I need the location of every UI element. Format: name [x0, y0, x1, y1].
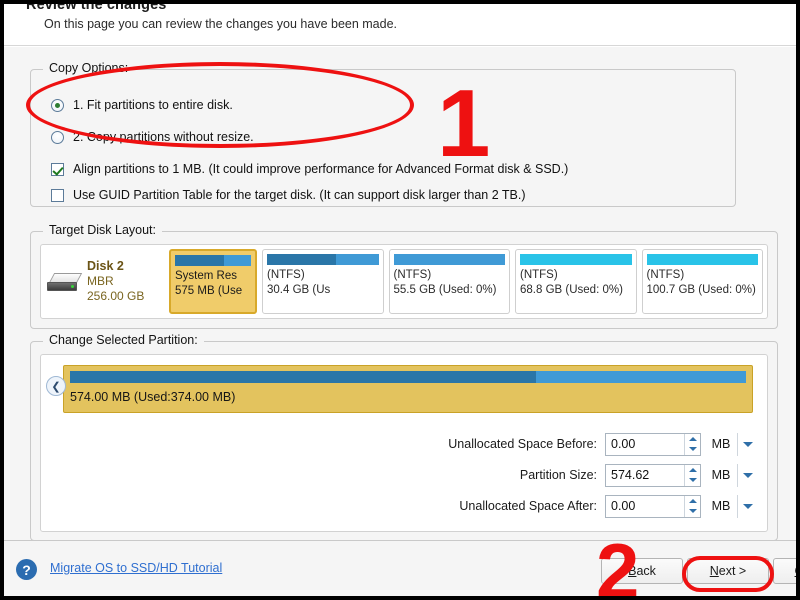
partition-size: 100.7 GB (Used: 0%): [646, 283, 756, 296]
partition-size: 68.8 GB (Used: 0%): [520, 283, 623, 296]
change-partition-panel: ❮ 574.00 MB (Used:374.00 MB) Unallocated…: [40, 354, 768, 532]
partition-type: System Res: [175, 270, 237, 282]
stepper-up-icon[interactable]: [685, 434, 700, 445]
partition-usage-bar: [520, 254, 632, 265]
partition-size: 30.4 GB (Us: [267, 283, 331, 296]
back-button-label: ack: [636, 564, 656, 578]
question-mark-icon[interactable]: ?: [16, 559, 37, 580]
partition-strip: System Res 575 MB (Use (NTFS) 30.4 GB (U…: [169, 249, 763, 314]
selected-partition-bar[interactable]: 574.00 MB (Used:374.00 MB): [63, 365, 753, 413]
page-title: Review the changes: [26, 0, 167, 13]
app-window: Review the changes On this page you can …: [0, 0, 800, 600]
partition-block[interactable]: System Res 575 MB (Use: [169, 249, 257, 314]
disk-capacity: 256.00 GB: [87, 289, 145, 304]
field-partition-size-label: Partition Size:: [519, 468, 597, 482]
partition-usage-bar: [175, 255, 251, 266]
unallocated-after-value[interactable]: 0.00: [606, 496, 684, 517]
radio-fit-partitions-label: 1. Fit partitions to entire disk.: [73, 98, 233, 112]
partition-size-unit: MB: [711, 468, 731, 482]
radio-copy-without-resize-indicator[interactable]: [51, 130, 64, 144]
partition-size: 55.5 GB (Used: 0%): [393, 283, 497, 296]
field-partition-size: Partition Size: 574.62 MB: [41, 462, 757, 488]
chevron-down-icon[interactable]: [737, 463, 757, 487]
change-selected-partition-group: Change Selected Partition: ❮ 574.00 MB (…: [30, 333, 778, 541]
unallocated-before-unit: MB: [711, 437, 731, 451]
footer-bar: ? Migrate OS to SSD/HD Tutorial Back Nex…: [4, 540, 796, 596]
unallocated-after-stepper[interactable]: [684, 495, 700, 517]
partition-usage-bar: [646, 254, 758, 265]
partition-type: (NTFS): [646, 269, 685, 281]
partition-type: (NTFS): [393, 269, 432, 281]
stepper-down-icon[interactable]: [685, 444, 700, 455]
chevron-left-icon[interactable]: ❮: [46, 376, 66, 396]
partition-block[interactable]: (NTFS) 55.5 GB (Used: 0%): [388, 249, 510, 314]
partition-size: 575 MB (Use: [175, 284, 243, 297]
tutorial-link[interactable]: Migrate OS to SSD/HD Tutorial: [50, 561, 222, 575]
page-header: Review the changes On this page you can …: [4, 4, 796, 46]
disk-name: Disk 2: [87, 258, 124, 273]
checkbox-align-partitions-label: Align partitions to 1 MB. (It could impr…: [73, 162, 569, 176]
selected-partition-usage-bar: [70, 371, 746, 383]
checkbox-use-gpt-label: Use GUID Partition Table for the target …: [73, 188, 526, 202]
partition-usage-bar: [393, 254, 505, 265]
disk-layout-panel: Disk 2 MBR 256.00 GB System Res 575 MB (…: [40, 244, 768, 319]
cancel-button[interactable]: Cancel: [773, 558, 796, 584]
checkbox-use-gpt[interactable]: Use GUID Partition Table for the target …: [51, 188, 526, 202]
partition-block[interactable]: (NTFS) 68.8 GB (Used: 0%): [515, 249, 637, 314]
radio-fit-partitions[interactable]: 1. Fit partitions to entire disk.: [51, 98, 233, 112]
unallocated-before-value[interactable]: 0.00: [606, 434, 684, 455]
change-selected-partition-legend: Change Selected Partition:: [43, 333, 204, 347]
next-button-label: ext >: [718, 564, 747, 578]
partition-size-input[interactable]: 574.62: [605, 463, 701, 487]
hard-disk-icon: [47, 271, 83, 293]
cancel-button-accel: C: [795, 564, 796, 578]
unallocated-after-input[interactable]: 0.00: [605, 494, 701, 518]
radio-copy-without-resize[interactable]: 2. Copy partitions without resize.: [51, 130, 254, 144]
unallocated-before-input[interactable]: 0.00: [605, 432, 701, 456]
target-disk-layout-legend: Target Disk Layout:: [43, 223, 162, 237]
partition-type: (NTFS): [267, 269, 305, 281]
stepper-down-icon[interactable]: [685, 506, 700, 517]
partition-type: (NTFS): [520, 269, 558, 281]
checkbox-align-partitions-box[interactable]: [51, 162, 64, 176]
next-button-accel: N: [709, 564, 719, 578]
back-button-accel: B: [628, 564, 637, 578]
partition-block[interactable]: (NTFS) 100.7 GB (Used: 0%): [641, 249, 763, 314]
selected-partition-label: 574.00 MB (Used:374.00 MB): [70, 390, 236, 404]
partition-size-stepper[interactable]: [684, 464, 700, 486]
field-unallocated-before: Unallocated Space Before: 0.00 MB: [41, 431, 757, 457]
chevron-down-icon[interactable]: [737, 432, 757, 456]
target-disk-layout-group: Target Disk Layout: Disk 2 MBR 256.00 GB: [30, 223, 778, 329]
back-button[interactable]: Back: [601, 558, 683, 584]
page-subtitle: On this page you can review the changes …: [44, 17, 398, 31]
next-button[interactable]: Next >: [687, 558, 769, 584]
disk-summary[interactable]: Disk 2 MBR 256.00 GB: [45, 249, 169, 314]
radio-copy-without-resize-label: 2. Copy partitions without resize.: [73, 130, 254, 144]
field-unallocated-after: Unallocated Space After: 0.00 MB: [41, 493, 757, 519]
stepper-up-icon[interactable]: [685, 465, 700, 476]
checkbox-align-partitions[interactable]: Align partitions to 1 MB. (It could impr…: [51, 162, 568, 176]
disk-scheme: MBR: [87, 274, 114, 289]
unallocated-before-stepper[interactable]: [684, 433, 700, 455]
chevron-down-icon[interactable]: [737, 494, 757, 518]
stepper-up-icon[interactable]: [685, 496, 700, 507]
field-unallocated-before-label: Unallocated Space Before:: [448, 437, 597, 451]
partition-usage-bar: [267, 254, 379, 265]
field-unallocated-after-label: Unallocated Space After:: [459, 499, 597, 513]
copy-options-group: Copy Options: 1. Fit partitions to entir…: [30, 61, 736, 207]
partition-block[interactable]: (NTFS) 30.4 GB (Us: [262, 249, 384, 314]
radio-fit-partitions-indicator[interactable]: [51, 98, 64, 112]
copy-options-legend: Copy Options:: [43, 61, 135, 75]
unallocated-after-unit: MB: [711, 499, 731, 513]
stepper-down-icon[interactable]: [685, 475, 700, 486]
partition-size-fields: Unallocated Space Before: 0.00 MB Partit…: [41, 431, 757, 524]
checkbox-use-gpt-box[interactable]: [51, 188, 64, 202]
partition-size-value[interactable]: 574.62: [606, 465, 684, 486]
page-body: Copy Options: 1. Fit partitions to entir…: [4, 47, 796, 541]
